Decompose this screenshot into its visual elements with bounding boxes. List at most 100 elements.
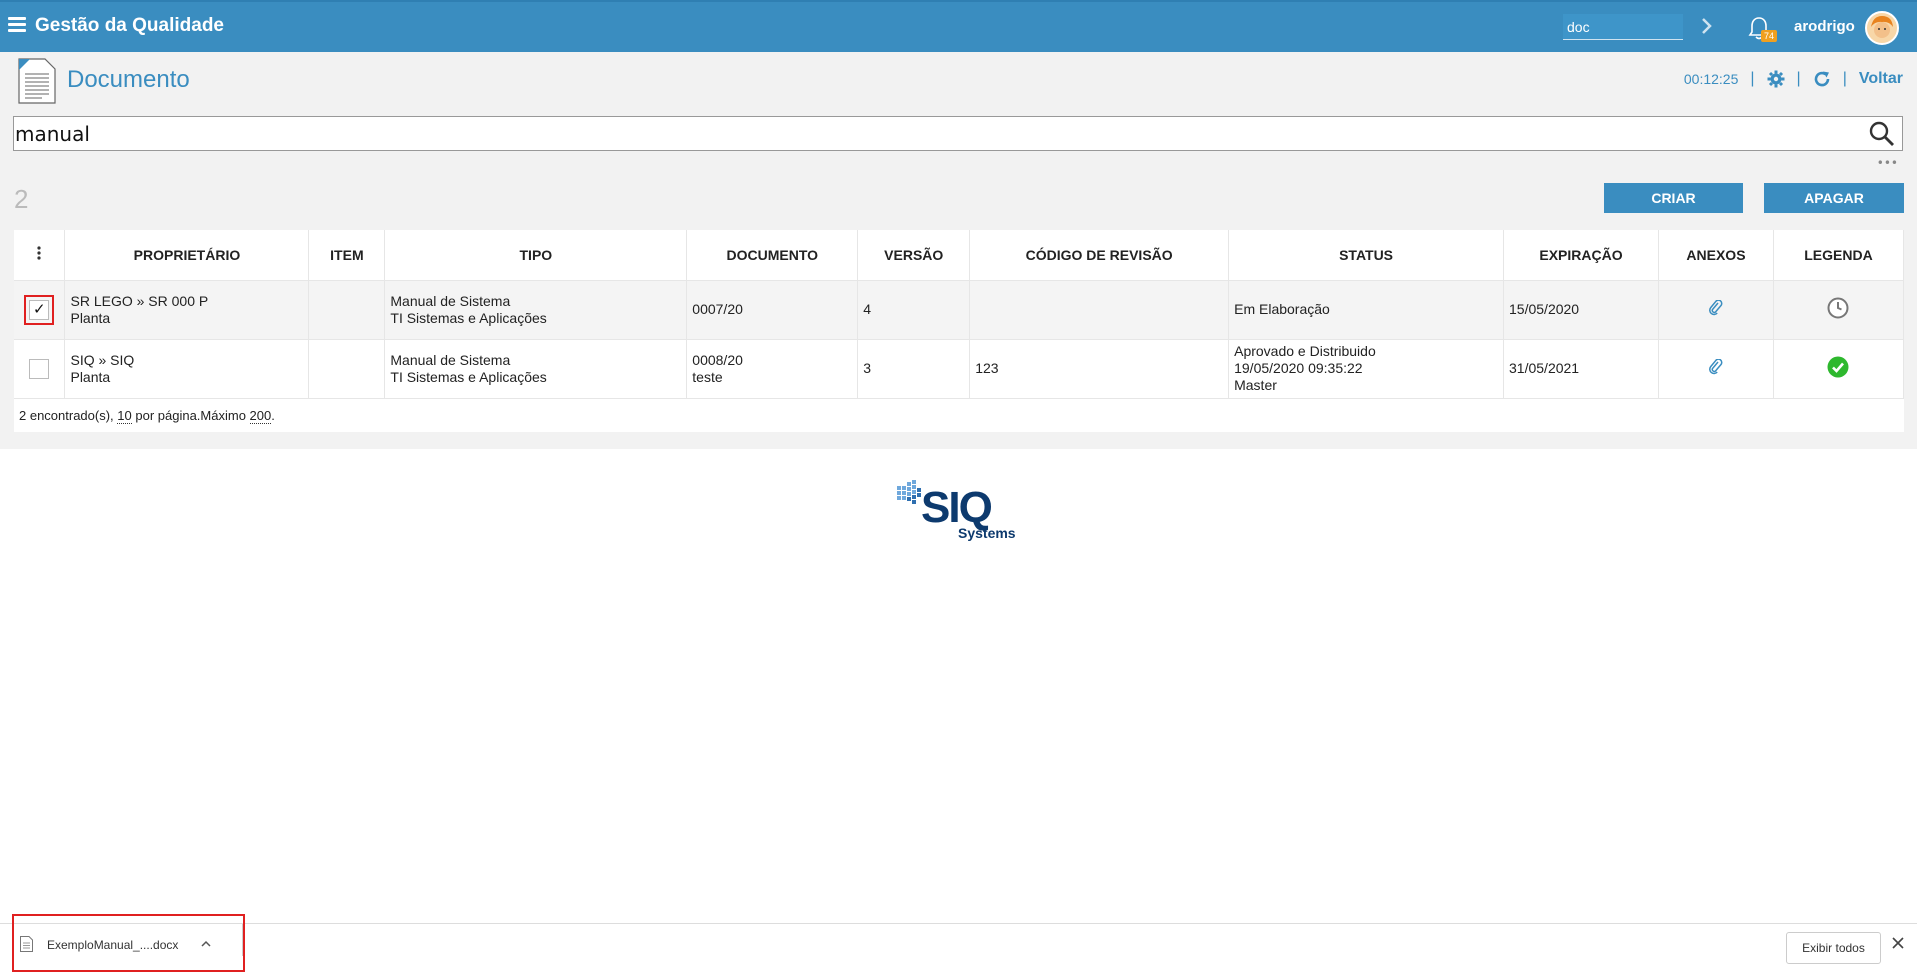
app-title[interactable]: Gestão da Qualidade <box>35 15 224 37</box>
status-date: 19/05/2020 09:35:22 <box>1234 360 1363 376</box>
status-cell: Aprovado e Distribuido 19/05/2020 09:35:2… <box>1228 339 1505 399</box>
type-group: TI Sistemas e Aplicações <box>390 368 547 385</box>
avatar[interactable] <box>1865 11 1899 45</box>
column-header[interactable]: PROPRIETÁRIO <box>64 230 310 281</box>
item-cell <box>308 339 386 399</box>
table-row[interactable]: SIQ » SIQ Planta Manual de Sistema TI Sist… <box>14 339 1905 399</box>
column-header[interactable]: VERSÃO <box>857 230 971 281</box>
document-note: teste <box>692 368 723 385</box>
document-code: 0007/20 <box>692 301 743 317</box>
owner-cell: SIQ » SIQ Planta <box>64 339 310 399</box>
notification-badge: 74 <box>1761 30 1778 42</box>
search-input[interactable] <box>15 120 1835 147</box>
page-toolbar: 00:12:25 | | | Voltar <box>1684 70 1903 88</box>
document-cell: 0007/20 <box>686 280 859 340</box>
document-code: 0008/20 <box>692 351 743 368</box>
main-content: Documento 00:12:25 | | | Voltar ••• 2 CR… <box>0 52 1917 449</box>
selection-highlight: ✓ <box>24 294 55 325</box>
revision-cell: 123 <box>969 339 1230 399</box>
type-cell: Manual de Sistema TI Sistemas e Aplicaçõe… <box>384 339 688 399</box>
table-row[interactable]: ✓ SR LEGO » SR 000 P Planta Manual de Sis… <box>14 280 1905 340</box>
refresh-icon[interactable] <box>1813 70 1831 88</box>
check-circle-icon <box>1827 356 1849 377</box>
session-timer: 00:12:25 <box>1683 71 1739 87</box>
search-icon[interactable] <box>1868 120 1896 148</box>
chevron-right-icon[interactable] <box>1700 16 1714 36</box>
document-search <box>13 116 1903 151</box>
pagination-summary: 2 encontrado(s), 10 por página.Máximo 20… <box>14 398 1904 432</box>
status-text: Em Elaboração <box>1234 301 1330 317</box>
more-options-icon[interactable]: ••• <box>1877 156 1898 170</box>
download-item[interactable]: ExemploManual_....docx <box>12 914 245 972</box>
owner-cell: SR LEGO » SR 000 P Planta <box>64 280 310 340</box>
owner-name: SR LEGO » SR 000 P <box>70 292 209 309</box>
item-cell <box>308 280 386 340</box>
column-header[interactable]: DOCUMENTO <box>686 230 859 281</box>
back-link[interactable]: Voltar <box>1859 70 1903 88</box>
column-header[interactable]: TIPO <box>384 230 688 281</box>
table-footer: 2 encontrado(s), 10 por página.Máximo 20… <box>14 398 1904 432</box>
siq-systems-logo: SIQ Systems <box>897 480 1016 541</box>
separator: | <box>1796 70 1801 87</box>
column-header[interactable]: LEGENDA <box>1773 230 1905 281</box>
paperclip-icon[interactable] <box>1709 298 1723 316</box>
row-checkbox[interactable] <box>29 358 50 379</box>
vertical-dots-icon[interactable] <box>37 246 41 260</box>
type-name: Manual de Sistema <box>390 351 511 368</box>
per-page-value[interactable]: 10 <box>117 407 132 424</box>
documents-table: PROPRIETÁRIO ITEM TIPO DOCUMENTO VERSÃO … <box>14 230 1905 432</box>
attachments-cell <box>1658 339 1774 399</box>
gear-icon[interactable] <box>1767 70 1785 88</box>
row-checkbox[interactable]: ✓ <box>29 299 50 320</box>
type-cell: Manual de Sistema TI Sistemas e Aplicaçõe… <box>384 280 688 340</box>
delete-button[interactable]: APAGAR <box>1764 183 1904 213</box>
close-icon[interactable] <box>1891 936 1905 950</box>
page-title: Documento <box>67 66 190 93</box>
table-header: PROPRIETÁRIO ITEM TIPO DOCUMENTO VERSÃO … <box>14 230 1905 281</box>
version-cell: 3 <box>857 339 971 399</box>
divider <box>242 924 243 956</box>
attachments-cell <box>1658 280 1774 340</box>
type-name: Manual de Sistema <box>390 292 511 309</box>
column-header[interactable]: EXPIRAÇÃO <box>1503 230 1659 281</box>
show-all-downloads-button[interactable]: Exibir todos <box>1786 932 1881 964</box>
separator: | <box>1750 70 1755 87</box>
download-bar: ExemploManual_....docx Exibir todos <box>0 914 1917 972</box>
expiration-cell: 31/05/2021 <box>1503 339 1659 399</box>
column-header[interactable]: STATUS <box>1228 230 1505 281</box>
legend-cell <box>1773 339 1905 399</box>
column-header[interactable]: ANEXOS <box>1658 230 1774 281</box>
file-icon <box>20 936 33 952</box>
column-header[interactable]: ITEM <box>308 230 386 281</box>
logo-sub-text: Systems <box>958 525 1016 541</box>
status-text: Aprovado e Distribuido <box>1234 343 1376 359</box>
owner-name: SIQ » SIQ <box>70 351 135 368</box>
column-header[interactable]: CÓDIGO DE REVISÃO <box>969 230 1230 281</box>
separator: | <box>1842 70 1847 87</box>
hamburger-menu-icon[interactable] <box>8 17 26 33</box>
legend-cell <box>1773 280 1905 340</box>
owner-site: Planta <box>70 368 111 385</box>
status-cell: Em Elaboração <box>1228 280 1505 340</box>
max-value[interactable]: 200 <box>249 407 272 424</box>
expiration-cell: 15/05/2020 <box>1503 280 1659 340</box>
paperclip-icon[interactable] <box>1709 357 1723 375</box>
per-page-text: por página.Máximo <box>131 407 250 423</box>
document-cell: 0008/20 teste <box>686 339 859 399</box>
document-icon <box>18 58 56 104</box>
top-bar: Gestão da Qualidade 74 arodrigo <box>0 0 1917 52</box>
clock-icon <box>1827 297 1849 318</box>
found-count-text: 2 encontrado(s), <box>19 407 118 423</box>
header-search-input[interactable] <box>1563 14 1683 40</box>
username[interactable]: arodrigo <box>1794 18 1855 35</box>
column-options[interactable] <box>14 230 66 281</box>
chevron-up-icon[interactable] <box>200 938 212 950</box>
version-cell: 4 <box>857 280 971 340</box>
row-select-cell <box>14 339 66 399</box>
status-user: Master <box>1234 377 1277 393</box>
footer-end: . <box>271 407 275 423</box>
result-count: 2 <box>14 184 29 214</box>
owner-site: Planta <box>70 309 111 326</box>
create-button[interactable]: CRIAR <box>1604 183 1743 213</box>
download-file-name[interactable]: ExemploManual_....docx <box>47 938 178 952</box>
